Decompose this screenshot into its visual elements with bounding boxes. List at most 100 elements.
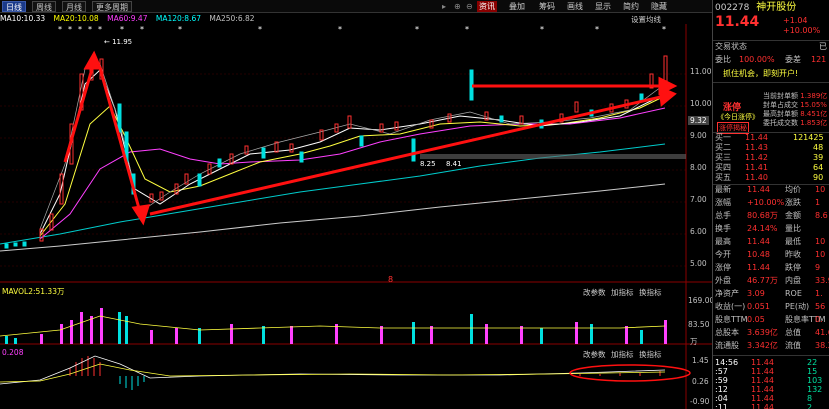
bid-row: 买三 11.42 39 xyxy=(715,153,824,162)
stock-name: 神开股份 xyxy=(756,2,797,13)
tab-weekly[interactable]: 周线 xyxy=(32,1,56,12)
price-tick-current: 9.32 xyxy=(688,116,709,125)
volume-bars xyxy=(0,308,667,344)
svg-text:*: * xyxy=(88,25,92,34)
current-price: 11.44 xyxy=(715,14,760,30)
zoom-in-icon[interactable]: ⊕ xyxy=(452,1,463,12)
svg-text:*: * xyxy=(540,25,544,34)
svg-text:*: * xyxy=(338,25,342,34)
svg-text:*: * xyxy=(258,25,262,34)
stat-row: 收益(一) 0.051 PE(动) 56 xyxy=(715,302,826,311)
macd-tick: -0.90 xyxy=(690,397,710,406)
period-note: 8 xyxy=(388,275,393,284)
tab-daily[interactable]: 日线 xyxy=(2,1,26,12)
price-tick: 6.00 xyxy=(690,227,707,236)
event-markers: * * * * * * * * * * * * * * * xyxy=(58,25,666,34)
volume-label: MAVOL2:51.33万 xyxy=(2,287,65,296)
price-change: +1.04 xyxy=(783,16,808,25)
low-annotation-a: 8.25 xyxy=(420,160,436,168)
stat-row: 涨幅 +10.00% 涨跌 1 xyxy=(715,198,821,207)
svg-text:*: * xyxy=(120,25,124,34)
tick-row: :11 11.44 2 xyxy=(715,403,813,409)
stat-row: 涨停 11.44 跌停 9 xyxy=(715,263,821,272)
vol-switch-indicator-button[interactable]: 换指标 xyxy=(639,287,662,298)
price-tick: 7.00 xyxy=(690,195,707,204)
bid-row: 买四 11.41 64 xyxy=(715,163,824,172)
price-tick: 11.00 xyxy=(690,67,712,76)
macd-switch-indicator-button[interactable]: 换指标 xyxy=(639,349,662,360)
quote-panel: 002278 神开股份 11.44 +1.04 +10.00% 交易状态 已 委比… xyxy=(712,0,829,409)
weicha-value: 121 xyxy=(811,55,827,64)
status-label: 交易状态 xyxy=(715,42,747,51)
stat-row: 今开 10.48 昨收 10 xyxy=(715,250,826,259)
macd-tick: 0.26 xyxy=(692,377,709,386)
stat-row: 股息TTM 0.05 股息率TTM 0. xyxy=(715,315,826,324)
weibi-label: 委比 xyxy=(715,55,731,64)
weicha-label: 委差 xyxy=(785,55,801,64)
price-tick: 8.00 xyxy=(690,163,707,172)
svg-text:*: * xyxy=(415,25,419,34)
price-change-pct: +10.00% xyxy=(783,26,821,35)
svg-text:*: * xyxy=(140,25,144,34)
stat-row: 总手 80.68万 金额 8.6 xyxy=(715,211,828,220)
bid-row: 买二 11.43 48 xyxy=(715,143,824,152)
tab-more-periods[interactable]: 更多周期 xyxy=(92,1,132,12)
stock-header: 002278 神开股份 xyxy=(715,2,828,14)
macd-tick: 1.45 xyxy=(692,356,709,365)
low-annotation-b: 8.41 xyxy=(446,160,462,168)
svg-text:*: * xyxy=(78,25,82,34)
vol-change-params-button[interactable]: 改参数 xyxy=(583,287,606,298)
price-tick: 9.00 xyxy=(690,131,707,140)
simple-button[interactable]: 简约 xyxy=(621,1,641,12)
price-tick: 10.00 xyxy=(690,99,712,108)
svg-text:*: * xyxy=(68,25,72,34)
price-tick: 5.00 xyxy=(690,259,707,268)
svg-text:*: * xyxy=(662,25,666,34)
svg-text:*: * xyxy=(595,25,599,34)
ma-legend: MA10:10.33 MA20:10.08 MA60:9.47 MA120:8.… xyxy=(0,14,690,24)
status-value: 已 xyxy=(819,42,827,51)
overlay-button[interactable]: 叠加 xyxy=(507,1,527,12)
hide-button[interactable]: 隐藏 xyxy=(649,1,669,12)
macd-label: 0.208 xyxy=(2,348,24,357)
volume-unit: 万 xyxy=(690,337,698,346)
svg-text:*: * xyxy=(58,25,62,34)
macd-histogram xyxy=(0,355,691,390)
volume-tick: 83.50 xyxy=(688,320,710,329)
stat-row: 净资产 3.09 ROE 1. xyxy=(715,289,823,298)
high-annotation: ← 11.95 xyxy=(104,38,132,46)
stat-row: 最高 11.44 最低 10 xyxy=(715,237,826,246)
news-button[interactable]: 资讯 xyxy=(477,1,497,12)
stat-row: 流通股3.342亿流值38.2 xyxy=(715,341,829,350)
display-button[interactable]: 显示 xyxy=(593,1,613,12)
volume-tick: 169.00 xyxy=(688,296,715,305)
bid-row: 买五 11.40 90 xyxy=(715,173,824,182)
stat-row: 最新 11.44 均价 10 xyxy=(715,185,826,194)
weibi-value: 100.00% xyxy=(739,55,775,64)
seal-stats: 当前封单额 1.389亿 封单占成交 15.05% 最高封单额 8.451亿 委… xyxy=(763,92,828,127)
svg-text:*: * xyxy=(465,25,469,34)
stat-row: 换手 24.14% 量比 xyxy=(715,224,801,233)
chips-button[interactable]: 筹码 xyxy=(537,1,557,12)
vol-add-indicator-button[interactable]: 加指标 xyxy=(611,287,634,298)
open-account-promo[interactable]: 抓住机会，即刻开户! xyxy=(723,69,829,79)
svg-text:*: * xyxy=(98,25,102,34)
tab-monthly[interactable]: 月线 xyxy=(62,1,86,12)
today-limit-up-link[interactable]: 《今日涨停》 xyxy=(717,112,759,122)
svg-text:*: * xyxy=(178,25,182,34)
ma120-label: MA120:8.67 xyxy=(155,14,202,23)
stock-code: 002278 xyxy=(715,3,750,13)
ma250-label: MA250:6.82 xyxy=(209,14,255,23)
ma20-label: MA20:10.08 xyxy=(53,14,99,23)
stat-row: 总股本3.639亿总值41.6 xyxy=(715,328,829,337)
ma60-label: MA60:9.47 xyxy=(107,14,148,23)
chart-toolbar: 日线 周线 月线 更多周期 ▸ ⊕ ⊖ 资讯 叠加 筹码 画线 显示 简约 隐藏 xyxy=(0,0,712,13)
draw-line-button[interactable]: 画线 xyxy=(565,1,585,12)
stat-row: 外盘46.77万内盘33.9 xyxy=(715,276,829,285)
zoom-out-icon[interactable]: ⊖ xyxy=(464,1,475,12)
macd-add-indicator-button[interactable]: 加指标 xyxy=(611,349,634,360)
macd-change-params-button[interactable]: 改参数 xyxy=(583,349,606,360)
bid-row: 买一 11.44 121425 xyxy=(715,133,824,142)
arrow-right-icon[interactable]: ▸ xyxy=(440,1,448,12)
ma10-label: MA10:10.33 xyxy=(0,14,46,23)
